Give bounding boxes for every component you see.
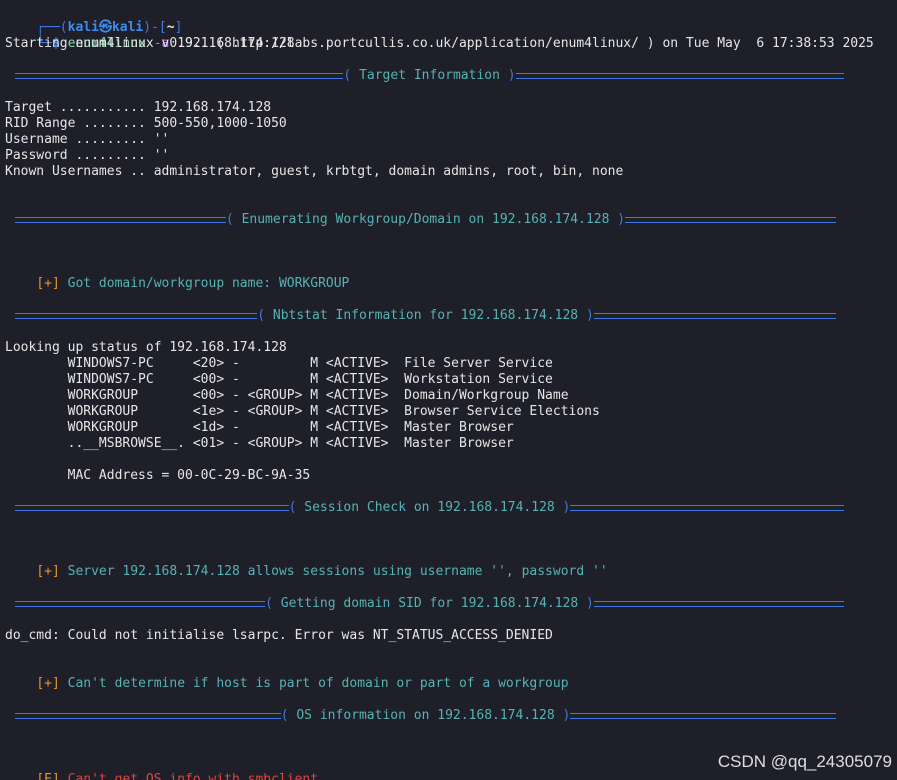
section-title-session: ( Session Check on 192.168.174.128 )	[288, 500, 571, 515]
section-header-target: ( Target Information )	[15, 68, 845, 84]
terminal-window[interactable]: ┌──(kali㉿kali)-[~] └─$ enum4linux -a 192…	[0, 0, 897, 780]
nbtstat-row: WORKGROUP <00> - <GROUP> M <ACTIVE> Doma…	[5, 388, 569, 403]
password-line: Password ......... ''	[5, 148, 170, 163]
nbtstat-lookup-line: Looking up status of 192.168.174.128	[5, 340, 287, 355]
os-error-text: Can't get OS info with smbclient	[59, 772, 319, 780]
known-usernames-line: Known Usernames .. administrator, guest,…	[5, 164, 624, 179]
os-error-line: [E] Can't get OS info with smbclient	[5, 756, 318, 780]
target-line: Target ........... 192.168.174.128	[5, 100, 272, 115]
mac-address-line: MAC Address = 00-0C-29-BC-9A-35	[5, 468, 311, 483]
sid-result-line: [+] Can't determine if host is part of d…	[5, 660, 568, 691]
section-title-sid: ( Getting domain SID for 192.168.174.128…	[265, 596, 594, 611]
section-rule-left	[15, 505, 289, 511]
prompt-line-command: └─$ enum4linux -a 192.168.174.128	[5, 20, 294, 51]
workgroup-result-text: Got domain/workgroup name: WORKGROUP	[59, 276, 350, 291]
username-line: Username ......... ''	[5, 132, 170, 147]
section-rule-left	[15, 713, 281, 719]
section-header-nbtstat: ( Nbtstat Information for 192.168.174.12…	[15, 308, 836, 324]
watermark: CSDN @qq_24305079	[717, 752, 892, 771]
section-rule-right	[570, 713, 836, 719]
section-title-workgroup: ( Enumerating Workgroup/Domain on 192.16…	[225, 212, 626, 227]
nbtstat-row: WINDOWS7-PC <00> - M <ACTIVE> Workstatio…	[5, 372, 553, 387]
section-rule-left	[15, 73, 344, 79]
sid-error-line: do_cmd: Could not initialise lsarpc. Err…	[5, 628, 553, 643]
section-header-session: ( Session Check on 192.168.174.128 )	[15, 500, 845, 516]
prompt-line-top: ┌──(kali㉿kali)-[~]	[5, 4, 182, 35]
sid-result-text: Can't determine if host is part of domai…	[59, 676, 569, 691]
nbtstat-row: ..__MSBROWSE__. <01> - <GROUP> M <ACTIVE…	[5, 436, 514, 451]
section-title-target: ( Target Information )	[343, 68, 516, 83]
nbtstat-row: WINDOWS7-PC <20> - M <ACTIVE> File Serve…	[5, 356, 553, 371]
nbtstat-row: WORKGROUP <1e> - <GROUP> M <ACTIVE> Brow…	[5, 404, 600, 419]
section-title-os: ( OS information on 192.168.174.128 )	[280, 708, 571, 723]
section-header-sid: ( Getting domain SID for 192.168.174.128…	[15, 596, 845, 612]
section-rule-right	[593, 313, 836, 319]
section-rule-right	[625, 217, 837, 223]
session-result-line: [+] Server 192.168.174.128 allows sessio…	[5, 548, 607, 579]
start-line: Starting enum4linux v0.9.1 ( http://labs…	[5, 36, 874, 51]
section-rule-right	[593, 601, 845, 607]
section-rule-left	[15, 601, 266, 607]
section-rule-left	[15, 313, 258, 319]
workgroup-result-line: [+] Got domain/workgroup name: WORKGROUP	[5, 260, 349, 291]
rid-range-line: RID Range ........ 500-550,1000-1050	[5, 116, 287, 131]
status-tag-plus: [+]	[36, 276, 60, 291]
section-rule-right	[570, 505, 845, 511]
section-rule-right	[515, 73, 845, 79]
status-tag-plus: [+]	[36, 676, 60, 691]
section-title-nbtstat: ( Nbtstat Information for 192.168.174.12…	[257, 308, 594, 323]
status-tag-error: [E]	[36, 772, 60, 780]
section-header-workgroup: ( Enumerating Workgroup/Domain on 192.16…	[15, 212, 837, 228]
session-result-text: Server 192.168.174.128 allows sessions u…	[59, 564, 608, 579]
nbtstat-row: WORKGROUP <1d> - M <ACTIVE> Master Brows…	[5, 420, 514, 435]
section-header-os: ( OS information on 192.168.174.128 )	[15, 708, 836, 724]
section-rule-left	[15, 217, 226, 223]
status-tag-plus: [+]	[36, 564, 60, 579]
